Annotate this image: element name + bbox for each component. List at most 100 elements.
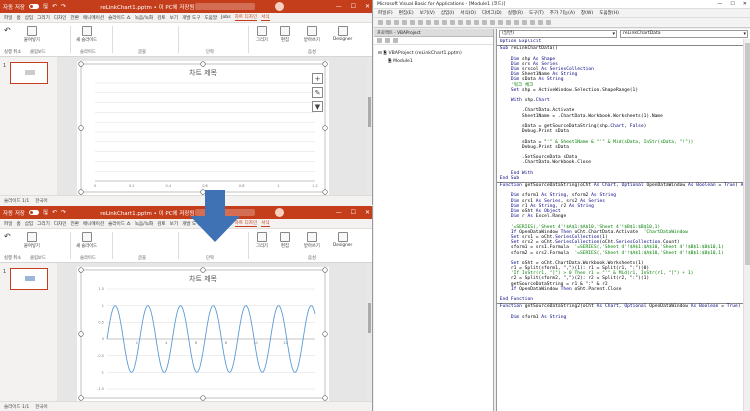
toolbar-button-icon[interactable] xyxy=(466,20,471,25)
editing-button[interactable]: 편집 xyxy=(280,26,290,43)
save-icon[interactable]: 🖫 xyxy=(43,208,48,218)
drawing-button[interactable]: 그리기 xyxy=(256,232,268,249)
tab-1[interactable]: 홈 xyxy=(16,15,20,21)
chart-empty[interactable]: 차트 제목 0 0.2 0.4 0.6 0.8 1 1.2 xyxy=(77,61,329,195)
toolbar-button-icon[interactable] xyxy=(546,20,551,25)
undo-button[interactable]: ↶ xyxy=(4,26,11,35)
vbe-menu-5[interactable]: 디버그(D) xyxy=(482,10,502,16)
minimize-icon[interactable]: — xyxy=(717,1,722,7)
tab-15[interactable]: 서식 xyxy=(261,14,270,21)
vbe-menu-4[interactable]: 서식(O) xyxy=(460,10,476,16)
undo-icon[interactable]: ↶ xyxy=(52,209,57,216)
tab-9[interactable]: 검토 xyxy=(157,221,165,227)
tab-5[interactable]: 전환 xyxy=(71,221,79,227)
close-icon[interactable]: ✕ xyxy=(365,209,370,216)
tab-6[interactable]: 애니메이션 xyxy=(83,15,104,21)
maximize-icon[interactable]: ☐ xyxy=(351,3,356,10)
vbe-menu-0[interactable]: 파일(F) xyxy=(378,10,393,16)
designer-button[interactable]: Designer xyxy=(333,26,352,42)
close-icon[interactable]: ✕ xyxy=(365,3,370,10)
tab-11[interactable]: 개발 도구 xyxy=(182,15,200,21)
tab-1[interactable]: 홈 xyxy=(16,221,20,227)
close-icon[interactable]: ✕ xyxy=(743,1,747,7)
code-editor[interactable]: Option Explicit Sub reLinkChartData() Di… xyxy=(497,39,743,411)
tab-7[interactable]: 슬라이드 쇼 xyxy=(108,15,131,21)
paste-button[interactable]: 붙여넣기 xyxy=(24,232,40,249)
chart-elements-button[interactable]: + xyxy=(312,73,323,84)
undo-button[interactable]: ↶ xyxy=(4,232,11,241)
tab-10[interactable]: 보기 xyxy=(170,15,178,21)
autosave-toggle[interactable] xyxy=(29,210,39,215)
save-icon[interactable]: 🖫 xyxy=(43,2,48,12)
tab-10[interactable]: 보기 xyxy=(170,221,178,227)
dictate-button[interactable]: 받아쓰기 xyxy=(304,232,320,249)
undo-icon[interactable]: ↶ xyxy=(52,3,57,10)
tab-0[interactable]: 파일 xyxy=(4,15,12,21)
redo-icon[interactable]: ↷ xyxy=(61,3,66,10)
tab-12[interactable]: 도움말 xyxy=(204,15,217,21)
chart-filter-button[interactable]: ▼ xyxy=(312,101,323,112)
view-code-icon[interactable] xyxy=(377,38,382,43)
view-object-icon[interactable] xyxy=(385,38,390,43)
toolbar-button-icon[interactable] xyxy=(538,20,543,25)
tab-7[interactable]: 슬라이드 쇼 xyxy=(108,221,131,227)
tab-4[interactable]: 디자인 xyxy=(54,15,67,21)
autosave-toggle[interactable] xyxy=(29,4,39,9)
maximize-icon[interactable]: ☐ xyxy=(351,209,356,216)
toolbar-button-icon[interactable] xyxy=(490,20,495,25)
vbe-menu-8[interactable]: 추가 기능(A) xyxy=(550,10,575,16)
module-node[interactable]: 🗎 Module1 xyxy=(388,57,413,65)
new-slide-button[interactable]: 새 슬라이드 xyxy=(76,26,97,43)
toolbar-button-icon[interactable] xyxy=(450,20,455,25)
toolbar-button-icon[interactable] xyxy=(506,20,511,25)
tab-14[interactable]: 차트 디자인 xyxy=(234,14,258,21)
toolbar-button-icon[interactable] xyxy=(402,20,407,25)
toolbar-button-icon[interactable] xyxy=(394,20,399,25)
toolbar-button-icon[interactable] xyxy=(458,20,463,25)
dictate-button[interactable]: 받아쓰기 xyxy=(304,26,320,43)
tab-2[interactable]: 삽입 xyxy=(25,15,33,21)
avatar[interactable] xyxy=(275,2,284,11)
chart-sine[interactable]: 차트 제목1.510.50-0.5-1-1.52 4 6 8 10 12 xyxy=(77,267,329,401)
new-slide-button[interactable]: 새 슬라이드 xyxy=(76,232,97,249)
vertical-scrollbar[interactable] xyxy=(367,57,372,195)
toolbar-button-icon[interactable] xyxy=(386,20,391,25)
code-scrollbar[interactable] xyxy=(743,39,750,411)
vbe-menu-1[interactable]: 편집(E) xyxy=(399,10,414,16)
designer-button[interactable]: Designer xyxy=(333,232,352,248)
tab-15[interactable]: 서식 xyxy=(261,220,270,227)
chart-styles-button[interactable]: ✎ xyxy=(312,87,323,98)
vertical-scrollbar[interactable] xyxy=(367,263,372,401)
toolbar-button-icon[interactable] xyxy=(498,20,503,25)
tab-2[interactable]: 삽입 xyxy=(25,221,33,227)
toolbar-button-icon[interactable] xyxy=(522,20,527,25)
editing-button[interactable]: 편집 xyxy=(280,232,290,249)
tab-8[interactable]: 녹음/녹화 xyxy=(135,15,153,21)
toolbar-button-icon[interactable] xyxy=(434,20,439,25)
toolbar-button-icon[interactable] xyxy=(378,20,383,25)
paste-button[interactable]: 붙여넣기 xyxy=(24,26,40,43)
minimize-icon[interactable]: — xyxy=(336,209,342,216)
tab-3[interactable]: 그리기 xyxy=(37,221,50,227)
tab-4[interactable]: 디자인 xyxy=(54,221,67,227)
vbe-menu-10[interactable]: 도움말(H) xyxy=(599,10,619,16)
object-dropdown[interactable]: (일반) xyxy=(499,30,617,38)
tab-5[interactable]: 전환 xyxy=(71,15,79,21)
toolbar-button-icon[interactable] xyxy=(514,20,519,25)
vbe-menu-7[interactable]: 도구(T) xyxy=(529,10,544,16)
toolbar-button-icon[interactable] xyxy=(426,20,431,25)
toolbar-button-icon[interactable] xyxy=(482,20,487,25)
tab-8[interactable]: 녹음/녹화 xyxy=(135,221,153,227)
toolbar-button-icon[interactable] xyxy=(530,20,535,25)
toolbar-button-icon[interactable] xyxy=(410,20,415,25)
toggle-folders-icon[interactable] xyxy=(393,38,398,43)
minimize-icon[interactable]: — xyxy=(336,3,342,10)
maximize-icon[interactable]: ☐ xyxy=(730,1,734,7)
avatar[interactable] xyxy=(275,208,284,217)
tab-3[interactable]: 그리기 xyxy=(37,15,50,21)
vbe-menu-2[interactable]: 보기(V) xyxy=(420,10,435,16)
tab-9[interactable]: 검토 xyxy=(157,15,165,21)
tab-6[interactable]: 애니메이션 xyxy=(83,221,104,227)
tab-13[interactable]: Jobs xyxy=(221,15,230,20)
vbe-menu-3[interactable]: 삽입(I) xyxy=(441,10,454,16)
